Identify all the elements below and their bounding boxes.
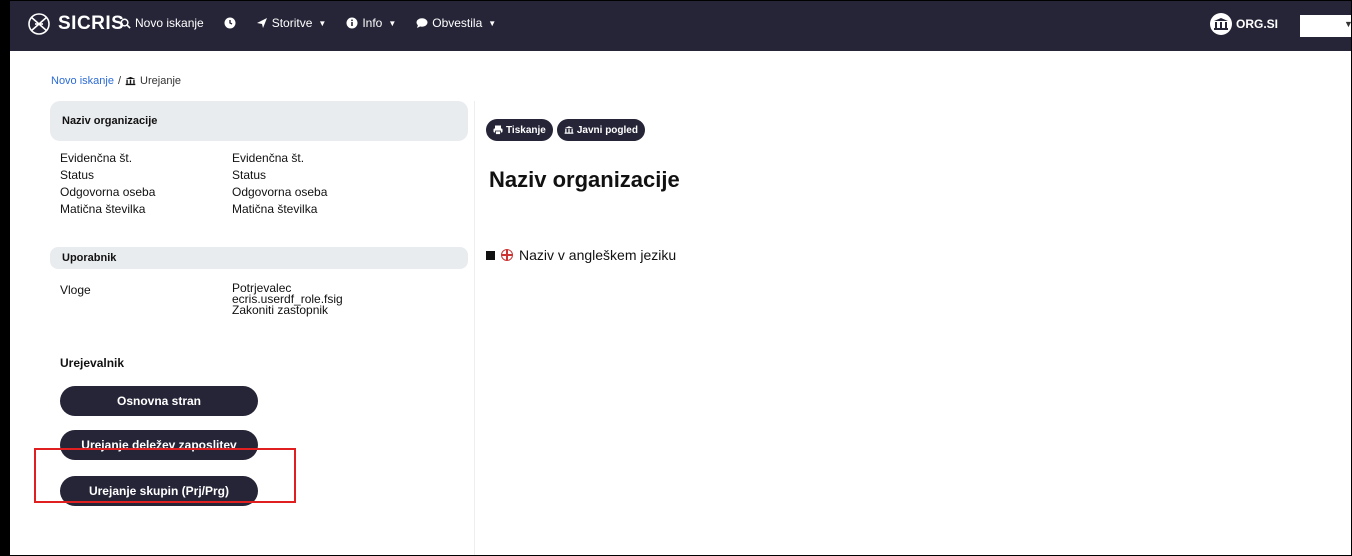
editor-title: Urejevalnik (60, 356, 125, 370)
nav-notices-label: Obvestila (432, 16, 483, 30)
search-icon (120, 18, 131, 29)
sicris-logo-icon (28, 13, 50, 35)
nav-menu: Novo iskanje Storitve ▼ Info ▼ Obvestila… (120, 16, 516, 30)
nav-info-label: Info (362, 16, 383, 30)
user-roles: Vloge Potrjevalec ecris.userdf_role.fsig… (50, 282, 468, 317)
org-name-header: Naziv organizacije (50, 101, 468, 141)
institution-icon (564, 126, 574, 134)
detail-key: Status (60, 168, 95, 182)
brand-name: SICRIS (58, 13, 125, 34)
detail-key: Matična številka (60, 202, 146, 216)
chevron-down-icon: ▼ (388, 18, 397, 28)
left-border (1, 1, 10, 555)
nav-new-search[interactable]: Novo iskanje (120, 16, 204, 30)
chevron-down-icon[interactable]: ▼ (1344, 19, 1351, 29)
detail-row: Matična številka Matična številka (50, 202, 468, 219)
nav-services[interactable]: Storitve ▼ (256, 16, 327, 30)
brand[interactable]: SICRIS (26, 11, 124, 37)
institution-icon (1210, 13, 1232, 35)
top-navbar: SICRIS Novo iskanje Storitve ▼ Info ▼ Ob… (10, 1, 1351, 51)
clock-icon (224, 17, 236, 29)
nav-notices[interactable]: Obvestila ▼ (416, 16, 496, 30)
column-divider (474, 101, 475, 555)
institution-icon (125, 76, 136, 86)
detail-value: Status (232, 168, 267, 182)
roles-key: Vloge (60, 283, 91, 297)
action-toolbar: Tiskanje Javni pogled (486, 119, 645, 141)
nav-new-search-label: Novo iskanje (135, 16, 204, 30)
print-icon (493, 125, 503, 135)
main-page-button[interactable]: Osnovna stran (60, 386, 258, 416)
roles-list: Potrjevalec ecris.userdf_role.fsig Zakon… (232, 282, 343, 317)
print-button[interactable]: Tiskanje (486, 119, 553, 141)
detail-value: Evidenčna št. (232, 151, 305, 165)
chevron-down-icon: ▼ (318, 18, 327, 28)
nav-services-label: Storitve (271, 16, 313, 30)
breadcrumb: Novo iskanje / Urejanje (51, 75, 181, 87)
breadcrumb-link-new-search[interactable]: Novo iskanje (51, 75, 114, 87)
detail-value: Odgovorna oseba (232, 185, 328, 199)
comment-icon (416, 18, 428, 28)
app-window: SICRIS Novo iskanje Storitve ▼ Info ▼ Ob… (0, 0, 1352, 556)
square-icon (486, 250, 495, 260)
rocket-icon (256, 18, 267, 28)
breadcrumb-current: Urejanje (140, 75, 182, 87)
org-selector[interactable]: ORG.SI (1210, 13, 1278, 35)
org-details: Evidenčna št. Evidenčna št. Status Statu… (50, 151, 468, 219)
nav-info[interactable]: Info ▼ (346, 16, 396, 30)
detail-row: Status Status (50, 168, 468, 185)
uk-flag-icon (501, 249, 513, 261)
print-label: Tiskanje (506, 124, 546, 136)
role-item: Zakoniti zastopnik (232, 303, 329, 317)
org-label: ORG.SI (1236, 17, 1279, 31)
highlight-box (34, 448, 296, 503)
breadcrumb-separator: / (117, 75, 122, 87)
nav-history[interactable] (224, 17, 236, 29)
public-view-label: Javni pogled (576, 124, 638, 136)
detail-value: Matična številka (232, 202, 318, 216)
page-title: Naziv organizacije (489, 167, 680, 192)
chevron-down-icon: ▼ (488, 18, 497, 28)
info-icon (346, 17, 358, 29)
detail-row: Evidenčna št. Evidenčna št. (50, 151, 468, 168)
detail-row: Odgovorna oseba Odgovorna oseba (50, 185, 468, 202)
public-view-button[interactable]: Javni pogled (556, 119, 645, 141)
detail-key: Evidenčna št. (60, 151, 133, 165)
user-header: Uporabnik (50, 247, 468, 269)
detail-key: Odgovorna oseba (60, 185, 156, 199)
english-name-row: Naziv v angleškem jeziku (486, 247, 676, 263)
english-name: Naziv v angleškem jeziku (519, 247, 677, 263)
left-panel: Naziv organizacije Evidenčna št. Evidenč… (50, 101, 468, 506)
